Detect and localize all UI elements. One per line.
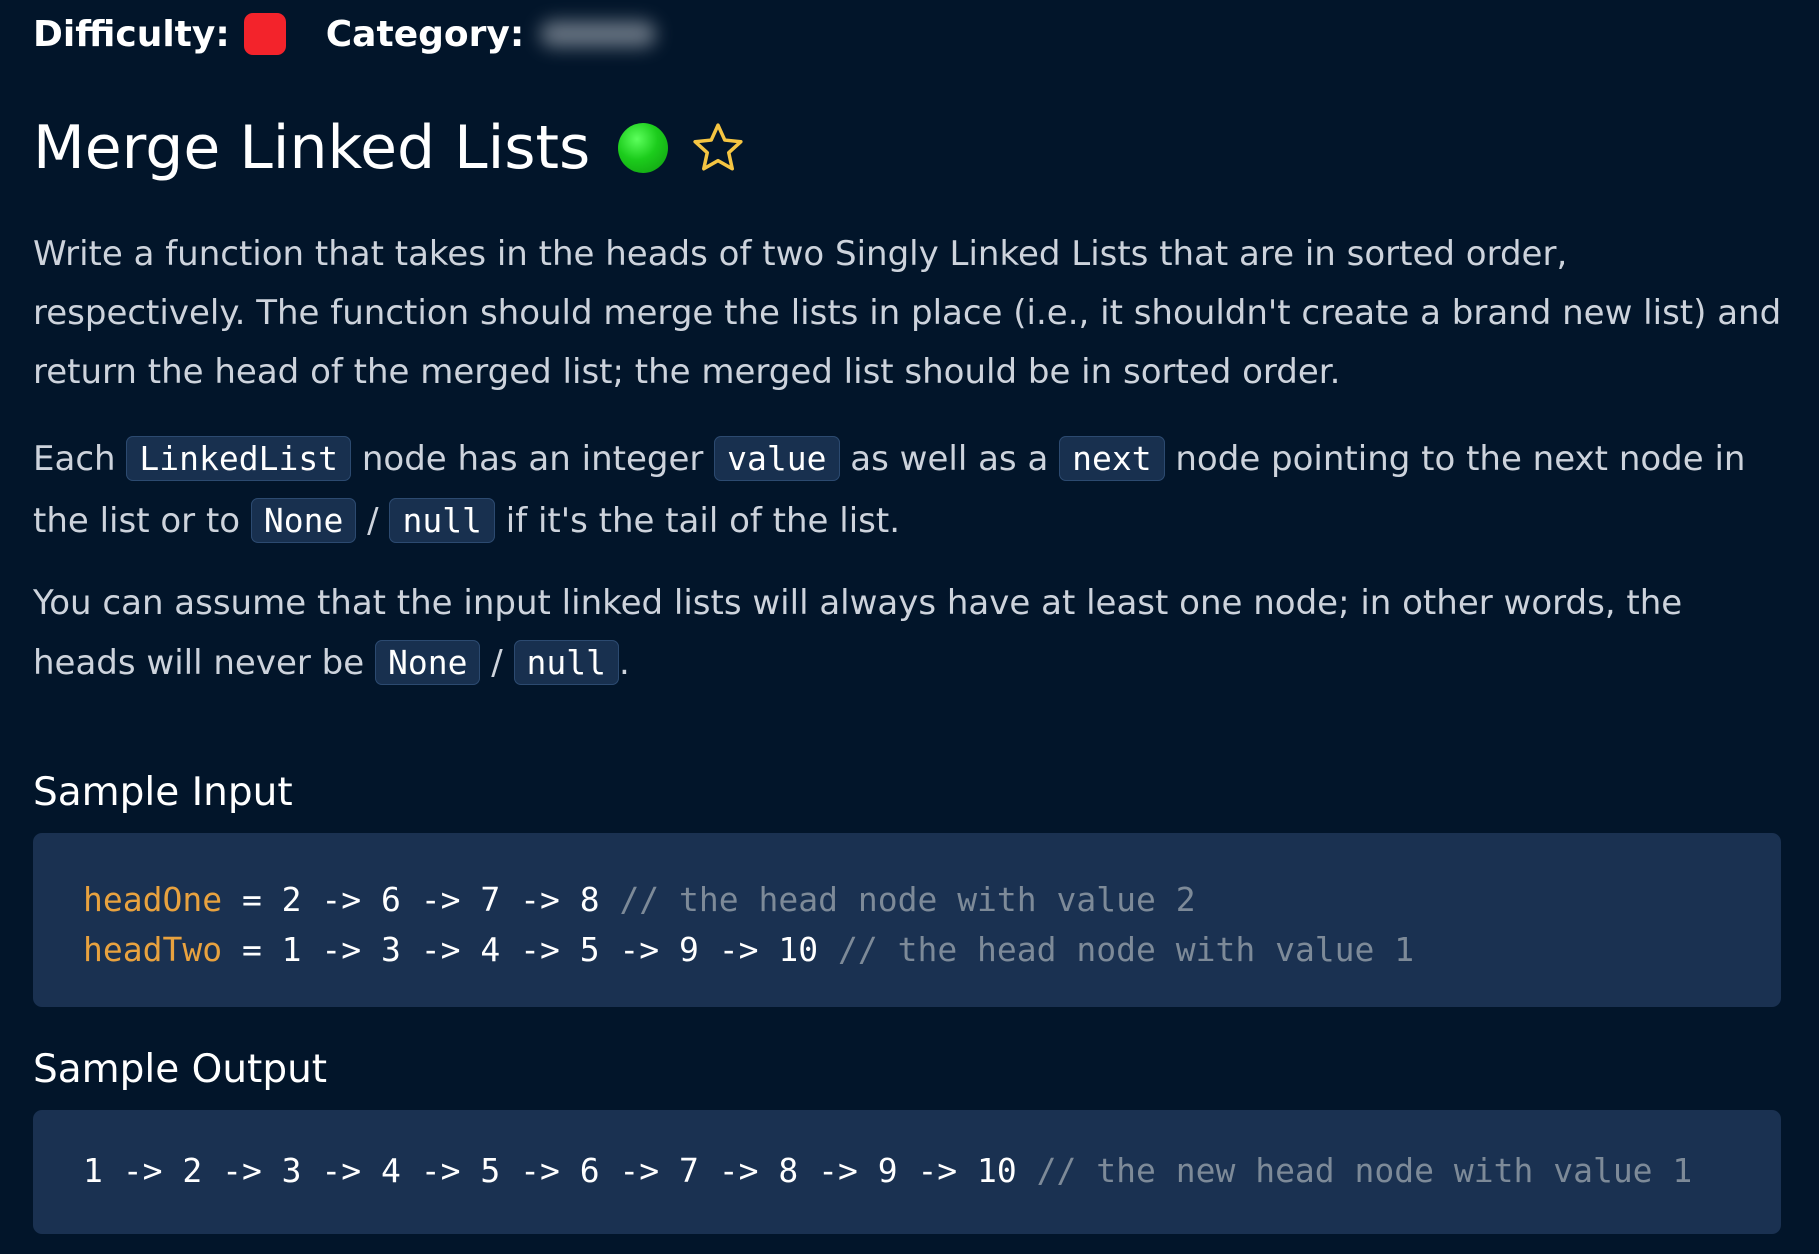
code-text: 1 -> 2 -> 3 -> 4 -> 5 -> 6 -> 7 -> 8 -> …: [83, 1151, 1037, 1190]
text: if it's the tail of the list.: [494, 501, 901, 541]
question-page: Difficulty: Category: Merge Linked Lists…: [0, 0, 1819, 1254]
code-variable: headTwo: [83, 930, 223, 969]
sample-input-heading: Sample Input: [33, 770, 293, 815]
category-label: Category:: [325, 13, 525, 55]
code-text: = 2 -> 6 -> 7 -> 8: [222, 880, 620, 919]
description-paragraph-3: You can assume that the input linked lis…: [33, 573, 1783, 693]
inline-code-null: null: [389, 498, 495, 543]
text: .: [619, 643, 630, 683]
page-title: Merge Linked Lists: [33, 113, 591, 183]
text: as well as a: [839, 439, 1060, 479]
meta-row: Difficulty: Category:: [33, 8, 657, 60]
difficulty-label: Difficulty:: [33, 13, 230, 55]
code-line: headTwo = 1 -> 3 -> 4 -> 5 -> 9 -> 10 //…: [83, 925, 1731, 975]
code-comment: // the head node with value 2: [619, 880, 1196, 919]
text: /: [480, 643, 514, 683]
code-comment: // the head node with value 1: [837, 930, 1415, 969]
text: You can assume that the input linked lis…: [33, 583, 1683, 683]
inline-code-null: null: [513, 640, 620, 685]
sample-output-code-block: 1 -> 2 -> 3 -> 4 -> 5 -> 6 -> 7 -> 8 -> …: [33, 1110, 1781, 1234]
code-text: = 1 -> 3 -> 4 -> 5 -> 9 -> 10: [222, 930, 838, 969]
green-dot-icon: [618, 123, 669, 173]
title-row: Merge Linked Lists: [33, 108, 746, 188]
description-paragraph-1: Write a function that takes in the heads…: [33, 234, 1782, 392]
star-icon[interactable]: [690, 120, 746, 176]
inline-code-linkedlist: LinkedList: [126, 436, 352, 481]
sample-input-code-block: headOne = 2 -> 6 -> 7 -> 8 // the head n…: [33, 833, 1781, 1007]
difficulty-badge: [243, 13, 286, 55]
code-variable: headOne: [83, 880, 223, 919]
code-comment: // the new head node with value 1: [1036, 1151, 1693, 1190]
text: node has an integer: [351, 439, 715, 479]
inline-code-none: None: [374, 640, 481, 685]
inline-code-none: None: [250, 498, 357, 543]
sample-output-heading: Sample Output: [33, 1047, 328, 1092]
inline-code-next: next: [1059, 436, 1165, 481]
inline-code-value: value: [714, 436, 840, 481]
text: /: [356, 501, 390, 541]
category-value-blurred: [540, 21, 657, 47]
description-paragraph-2: Each LinkedList node has an integer valu…: [33, 428, 1783, 552]
text: Each: [33, 439, 127, 479]
code-line: 1 -> 2 -> 3 -> 4 -> 5 -> 6 -> 7 -> 8 -> …: [83, 1146, 1731, 1196]
code-line: headOne = 2 -> 6 -> 7 -> 8 // the head n…: [83, 875, 1731, 925]
